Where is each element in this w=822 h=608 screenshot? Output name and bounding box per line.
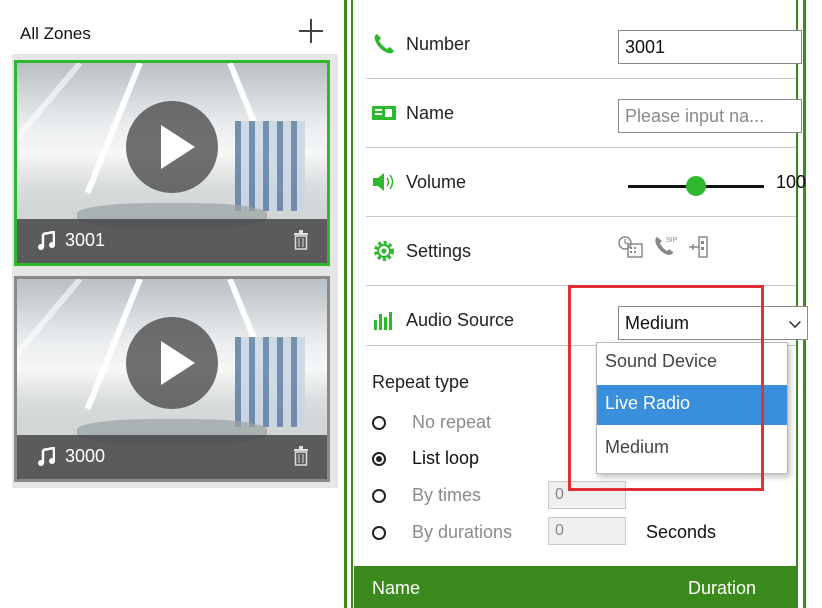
- zones-title: All Zones: [20, 24, 91, 43]
- durations-input[interactable]: [548, 517, 626, 545]
- speaker-icon: [373, 173, 394, 191]
- volume-slider-handle[interactable]: [686, 176, 706, 196]
- zone-card-bar: 3001: [17, 219, 327, 263]
- equalizer-icon: [374, 312, 392, 330]
- audio-input-icon[interactable]: [688, 235, 712, 259]
- radio-button[interactable]: [372, 416, 386, 430]
- number-label: Number: [406, 34, 471, 54]
- audio-source-dropdown: Sound Device Live Radio Medium: [596, 342, 788, 474]
- name-row: Name: [366, 79, 802, 147]
- gear-icon: [374, 241, 394, 261]
- schedule-icon[interactable]: [618, 235, 644, 259]
- zone-card-3000[interactable]: 3000: [14, 276, 330, 482]
- volume-row: Volume 100: [366, 148, 806, 216]
- dropdown-option-medium[interactable]: Medium: [597, 429, 787, 469]
- repeat-type-title: Repeat type: [372, 372, 470, 392]
- settings-label: Settings: [406, 241, 472, 261]
- trash-icon[interactable]: [293, 230, 309, 250]
- audio-source-value: Medium: [625, 313, 690, 333]
- trash-icon[interactable]: [293, 446, 309, 466]
- name-card-icon: [372, 106, 396, 120]
- radio-button-selected[interactable]: [372, 452, 386, 466]
- settings-row: Settings SIP: [366, 217, 796, 285]
- add-zone-button[interactable]: [294, 14, 328, 48]
- name-label: Name: [406, 103, 455, 123]
- number-row: Number: [366, 10, 802, 78]
- seconds-label: Seconds: [646, 522, 717, 542]
- radio-label: By times: [412, 485, 482, 505]
- zone-card-3001[interactable]: 3001: [14, 60, 330, 266]
- volume-value: 100: [776, 172, 807, 192]
- svg-text:SIP: SIP: [666, 237, 678, 244]
- music-note-icon: [38, 447, 55, 466]
- zone-number: 3000: [65, 446, 106, 466]
- radio-button[interactable]: [372, 489, 386, 503]
- volume-label: Volume: [406, 172, 467, 192]
- zone-number: 3001: [65, 230, 106, 250]
- column-header-duration[interactable]: Duration: [688, 578, 756, 599]
- dropdown-option-live-radio[interactable]: Live Radio: [597, 385, 787, 425]
- audio-source-select[interactable]: Medium: [618, 306, 808, 340]
- audio-source-label: Audio Source: [406, 310, 515, 330]
- play-icon[interactable]: [126, 317, 218, 409]
- name-field[interactable]: [618, 99, 802, 133]
- playlist-header: Name Duration: [354, 566, 796, 608]
- phone-icon: [374, 34, 394, 54]
- music-note-icon: [38, 231, 55, 250]
- radio-button[interactable]: [372, 526, 386, 540]
- radio-label: No repeat: [412, 412, 492, 432]
- column-header-name[interactable]: Name: [372, 578, 420, 599]
- zone-card-bar: 3000: [17, 435, 327, 479]
- dropdown-option-sound-device[interactable]: Sound Device: [597, 343, 787, 383]
- times-input[interactable]: [548, 481, 626, 509]
- radio-label: List loop: [412, 448, 480, 468]
- zone-list-panel: All Zones 3001 3000: [0, 0, 338, 608]
- radio-label: By durations: [412, 522, 513, 542]
- chevron-down-icon: [789, 316, 801, 328]
- sip-phone-icon[interactable]: SIP: [654, 233, 680, 257]
- number-field[interactable]: [618, 30, 802, 64]
- play-icon[interactable]: [126, 101, 218, 193]
